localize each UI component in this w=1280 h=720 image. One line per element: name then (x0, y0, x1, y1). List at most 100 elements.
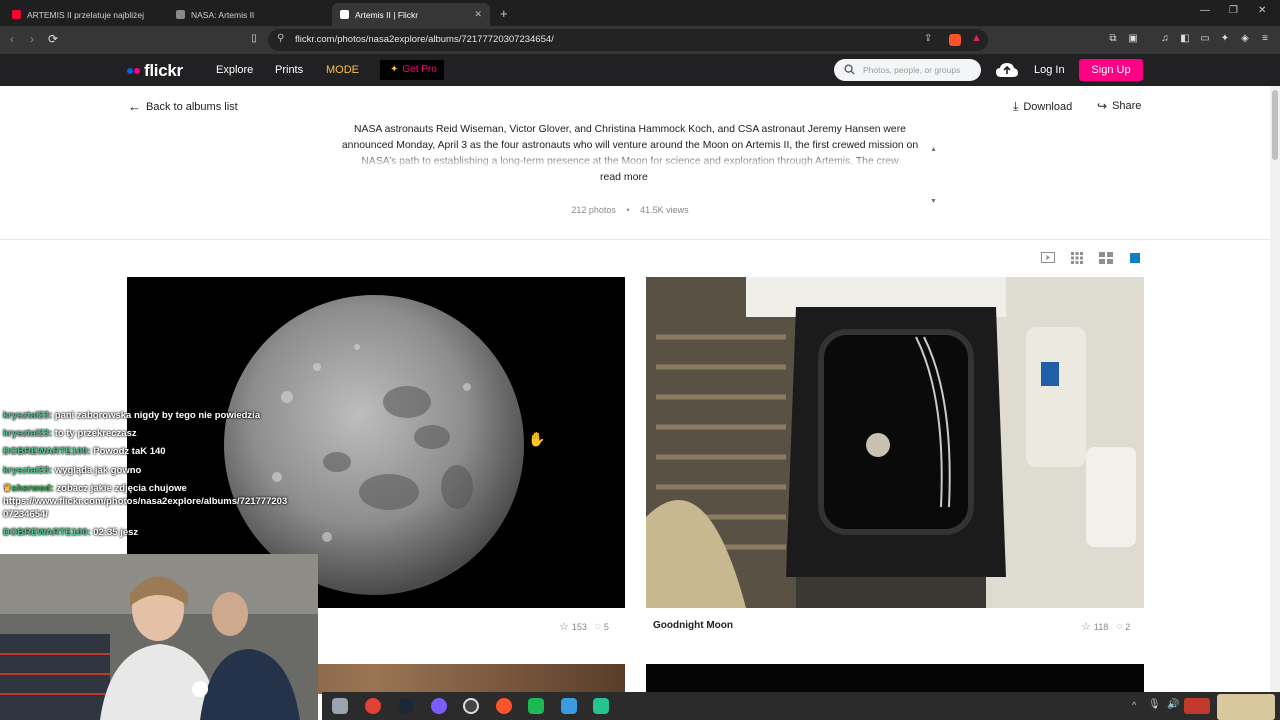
sidebar-icon[interactable]: ◧ (1179, 33, 1191, 45)
slideshow-view-icon[interactable] (1041, 252, 1055, 264)
app-icon[interactable] (463, 698, 479, 714)
microphone-icon[interactable]: 🎙 (1148, 699, 1161, 710)
photo-count: 212 photos (571, 205, 616, 215)
page-scrollbar[interactable] (1270, 86, 1280, 720)
nasa-favicon-icon (176, 10, 185, 19)
chat-username: krysztal23: (3, 428, 53, 440)
tab-nasa[interactable]: NASA: Artemis II (168, 3, 330, 26)
photo-partial-4[interactable] (646, 664, 1144, 694)
chat-message: krysztal23: pani zaborowska nigdy by teg… (3, 407, 303, 425)
bookmark-icon[interactable]: ▯ (248, 33, 260, 45)
tab-youtube[interactable]: ARTEMIS II przelatuje najbliżej K (4, 3, 166, 26)
tab-flickr[interactable]: Artemis II | Flickr ✕ (332, 3, 490, 26)
obs-icon[interactable] (431, 698, 447, 714)
grid-small-view-icon[interactable] (1071, 252, 1083, 264)
vpn-icon[interactable]: ◈ (1239, 33, 1251, 45)
description-scroll-arrows[interactable]: ▲ ▼ (930, 124, 937, 228)
back-label: Back to albums list (146, 100, 238, 113)
chat-text: pani zaborowska nigdy by tego nie powied… (54, 410, 261, 421)
download-button[interactable]: ⤓ Download (1013, 99, 1072, 114)
tab-label: ARTEMIS II przelatuje najbliżej K (27, 9, 147, 20)
tray-overlay-image (1217, 694, 1275, 720)
upload-cloud-icon[interactable] (996, 62, 1018, 78)
section-divider (0, 239, 1270, 240)
large-view-icon[interactable] (1130, 253, 1140, 263)
nav-explore[interactable]: Explore (216, 64, 253, 76)
read-more-link[interactable]: read more (600, 171, 648, 183)
window-close-icon[interactable]: ✕ (1258, 5, 1266, 16)
grid-medium-view-icon[interactable] (1099, 252, 1113, 264)
spacecraft-window-image (646, 277, 1144, 608)
new-tab-icon[interactable]: + (500, 6, 508, 21)
volume-icon[interactable]: 🔊 (1167, 699, 1179, 710)
flickr-header: flickr Explore Prints MODE ✦ Get Pro Phot… (0, 54, 1280, 86)
sparkle-icon: ✦ (390, 64, 399, 75)
comment-count: 5 (603, 621, 609, 632)
share-page-icon[interactable]: ⇪ (924, 33, 932, 44)
nav-prints[interactable]: Prints (275, 64, 303, 76)
reload-icon[interactable]: ⟳ (48, 32, 58, 46)
tab-label: Artemis II | Flickr (355, 9, 419, 20)
chat-message: krysztal23: to ty przekreczasz (3, 425, 303, 443)
minimize-icon[interactable]: — (1200, 5, 1210, 16)
star-icon[interactable]: ☆ (1081, 620, 1091, 633)
back-to-albums-link[interactable]: ← Back to albums list (128, 99, 238, 114)
view-count: 41.5K views (640, 205, 689, 215)
nav-mode[interactable]: MODE (326, 64, 359, 76)
fave-count: 153 (571, 621, 587, 632)
logo-text: flickr (144, 61, 183, 80)
close-tab-icon[interactable]: ✕ (474, 9, 482, 20)
brave-icon[interactable] (496, 698, 512, 714)
back-nav-icon[interactable]: ‹ (10, 32, 14, 46)
tray-chevron-icon[interactable]: ^ (1132, 700, 1136, 710)
media-icon[interactable]: ♫ (1159, 33, 1171, 45)
photo-2-title[interactable]: Goodnight Moon (653, 620, 733, 631)
extensions-icon[interactable]: ⧉ (1107, 33, 1119, 45)
get-pro-label: Get Pro (402, 64, 437, 75)
media-player-icon[interactable] (528, 698, 544, 714)
chat-text: Powodz taK 140 (93, 446, 166, 458)
site-settings-icon[interactable]: ⚲ (277, 33, 284, 44)
logo-pink-dot (134, 68, 140, 74)
forward-nav-icon[interactable]: › (30, 32, 34, 46)
wallet-icon[interactable]: ▭ (1199, 33, 1211, 45)
address-bar[interactable]: ⚲ flickr.com/photos/nasa2explore/albums/… (268, 29, 988, 51)
screenshot-icon[interactable]: ▣ (1127, 33, 1139, 45)
steam-icon[interactable] (398, 698, 414, 714)
file-explorer-icon[interactable] (332, 698, 348, 714)
notepad-icon[interactable] (561, 698, 577, 714)
share-arrow-icon: ↪ (1097, 99, 1108, 113)
download-label: Download (1023, 100, 1073, 113)
chat-app-icon[interactable] (593, 698, 609, 714)
share-button[interactable]: ↪ Share (1097, 99, 1141, 113)
chrome-icon[interactable] (365, 698, 381, 714)
comment-icon[interactable]: ◌ (1116, 621, 1122, 632)
star-icon[interactable]: ☆ (559, 620, 569, 633)
brave-shield-icon[interactable] (949, 34, 961, 46)
browser-tab-strip: ARTEMIS II przelatuje najbliżej K NASA: … (0, 0, 1280, 26)
photo-goodnight-moon[interactable] (646, 277, 1144, 608)
comment-icon[interactable]: ◌ (595, 621, 601, 632)
brave-rewards-icon[interactable]: ▲ (971, 32, 982, 44)
leo-ai-icon[interactable]: ✦ (1219, 33, 1231, 45)
url-text[interactable]: flickr.com/photos/nasa2explore/albums/72… (295, 34, 554, 45)
signup-button[interactable]: Sign Up (1079, 59, 1143, 81)
share-label: Share (1112, 100, 1142, 112)
flickr-logo[interactable]: flickr (127, 61, 183, 81)
search-placeholder: Photos, people, or groups (863, 65, 961, 75)
scrollbar-thumb[interactable] (1272, 90, 1278, 160)
chat-username: DOBREWARTE100: (3, 446, 91, 458)
restore-icon[interactable]: ❐ (1229, 5, 1238, 16)
login-link[interactable]: Log In (1034, 64, 1065, 76)
menu-icon[interactable]: ≡ (1259, 33, 1271, 45)
search-icon (844, 64, 855, 75)
tray-app-icon[interactable] (1184, 698, 1210, 714)
youtube-favicon-icon (12, 10, 21, 19)
chat-username: DOBREWARTE100: (3, 526, 91, 538)
get-pro-button[interactable]: ✦ Get Pro (380, 60, 444, 80)
comment-count: 2 (1125, 621, 1131, 632)
crown-icon: ♛ (3, 482, 12, 494)
chat-username: krysztal23: (3, 410, 53, 421)
download-icon: ⤓ (1013, 99, 1019, 113)
search-input[interactable]: Photos, people, or groups (834, 59, 981, 81)
